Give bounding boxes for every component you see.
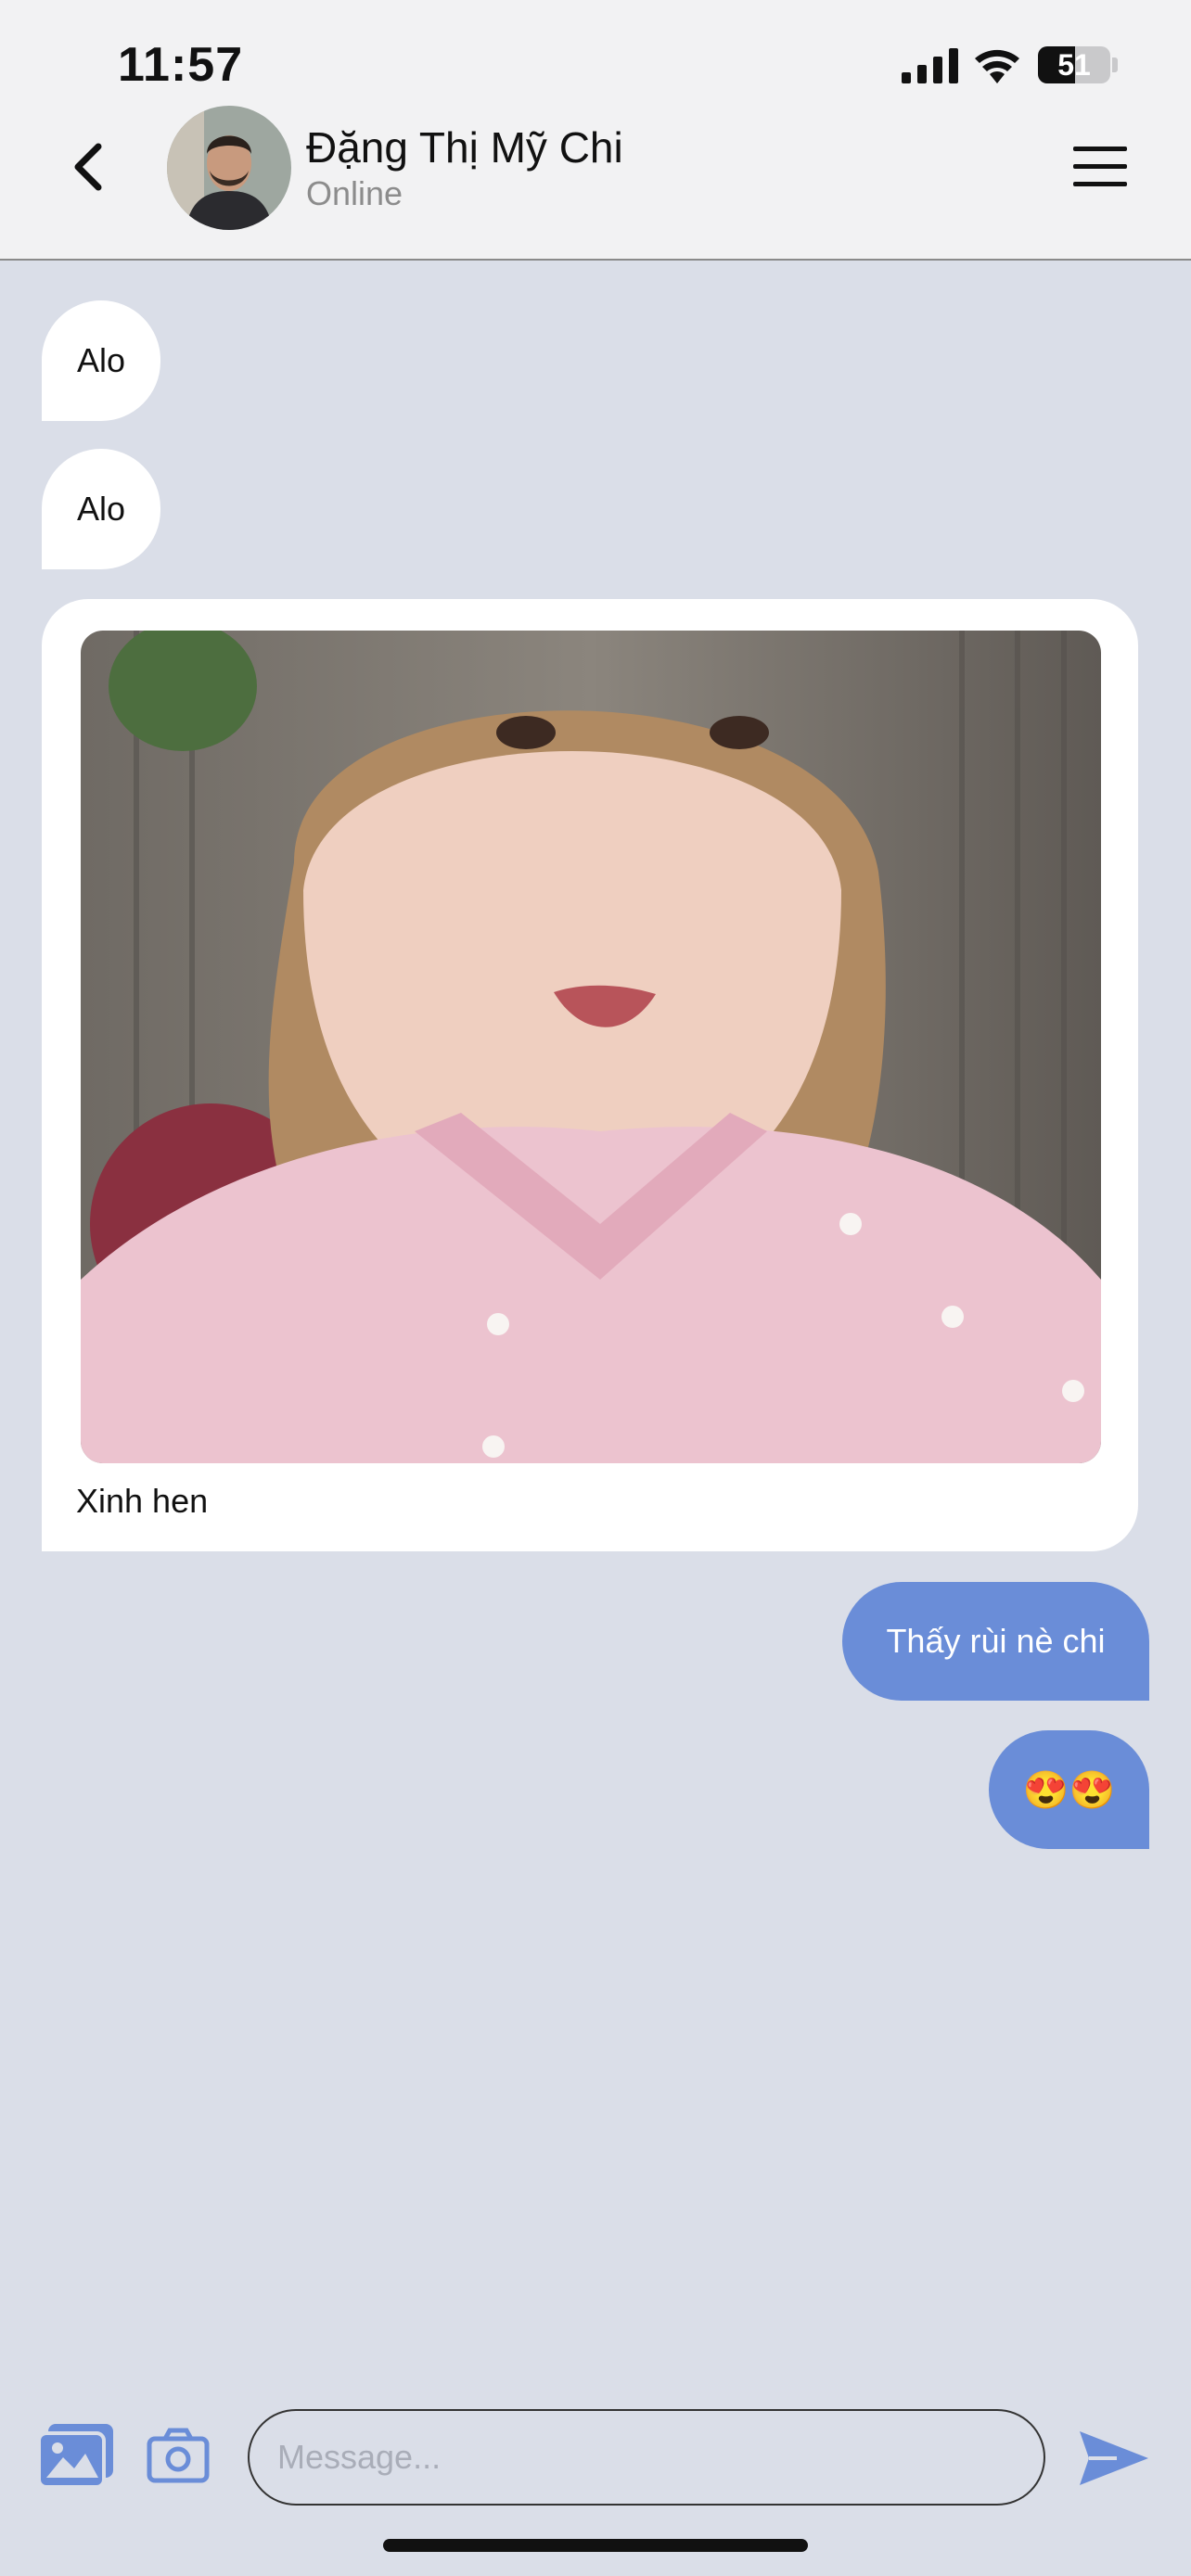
camera-icon[interactable]: [147, 2428, 210, 2483]
photo-caption: Xinh hen: [76, 1482, 209, 1520]
presence-status: Online: [306, 174, 403, 212]
back-chevron-icon[interactable]: [63, 139, 119, 195]
status-bar: 11:57 51: [0, 0, 1191, 107]
message-text: Alo: [76, 490, 126, 528]
message-text: Alo: [76, 341, 126, 379]
battery-level: 51: [1057, 47, 1091, 82]
message-photo[interactable]: [81, 631, 1101, 1463]
wifi-icon: [975, 49, 1019, 83]
signal-icon: [902, 48, 958, 83]
avatar[interactable]: [167, 106, 291, 230]
message-input[interactable]: [248, 2409, 1045, 2506]
emoji-text: 😍😍: [1022, 1769, 1116, 1811]
outgoing-message[interactable]: Thấy rùi nè chi: [842, 1582, 1149, 1701]
contact-name: Đặng Thị Mỹ Chi: [306, 123, 623, 172]
hamburger-menu-icon[interactable]: [1073, 147, 1127, 187]
send-icon[interactable]: [1080, 2431, 1148, 2485]
incoming-message[interactable]: Alo: [42, 300, 160, 421]
gallery-icon[interactable]: [39, 2424, 113, 2487]
home-indicator: [383, 2539, 808, 2552]
incoming-message[interactable]: Alo: [42, 449, 160, 569]
battery-cap: [1112, 57, 1118, 72]
battery-icon: 51: [1038, 46, 1110, 83]
message-text: Thấy rùi nè chi: [886, 1622, 1106, 1660]
status-time: 11:57: [118, 38, 244, 92]
incoming-photo-message[interactable]: Xinh hen: [42, 599, 1138, 1551]
outgoing-message[interactable]: 😍😍: [989, 1730, 1149, 1849]
